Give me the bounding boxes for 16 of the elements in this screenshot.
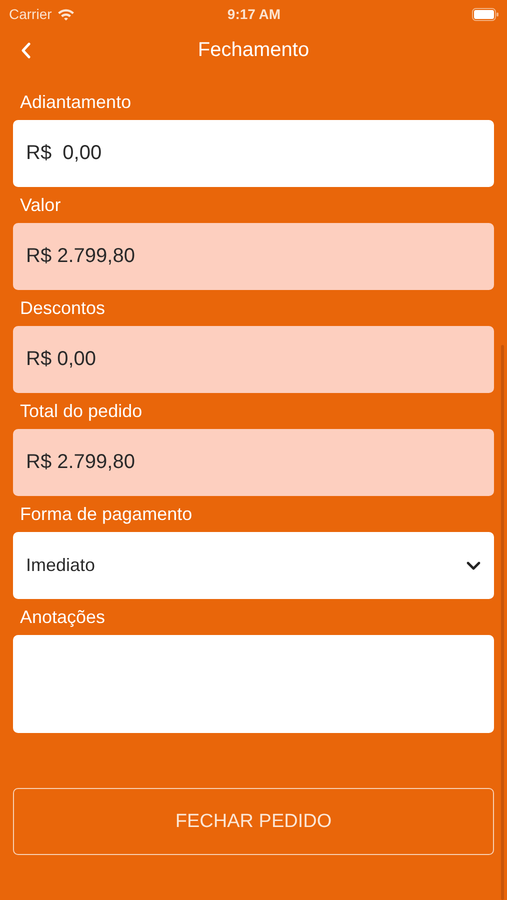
field-label: Total do pedido bbox=[19, 400, 144, 423]
wifi-icon bbox=[56, 8, 75, 20]
chevron-left-icon bbox=[20, 42, 31, 59]
field-label: Anotações bbox=[19, 606, 106, 629]
clock-time: 9:17 AM bbox=[227, 6, 281, 22]
carrier-name: Carrier bbox=[9, 6, 52, 22]
screen-title: Fechamento bbox=[198, 38, 310, 62]
dropdown-field[interactable]: Imediato bbox=[13, 532, 494, 599]
field-label: Forma de pagamento bbox=[19, 503, 194, 526]
input-field[interactable]: R$ 0,00 bbox=[13, 120, 494, 187]
chevron-down-icon bbox=[466, 560, 481, 570]
field-label: Valor bbox=[19, 194, 62, 217]
notes-field[interactable] bbox=[13, 635, 494, 733]
battery-icon bbox=[472, 8, 499, 20]
field-label: Descontos bbox=[19, 297, 106, 320]
field-label: Adiantamento bbox=[19, 91, 132, 114]
